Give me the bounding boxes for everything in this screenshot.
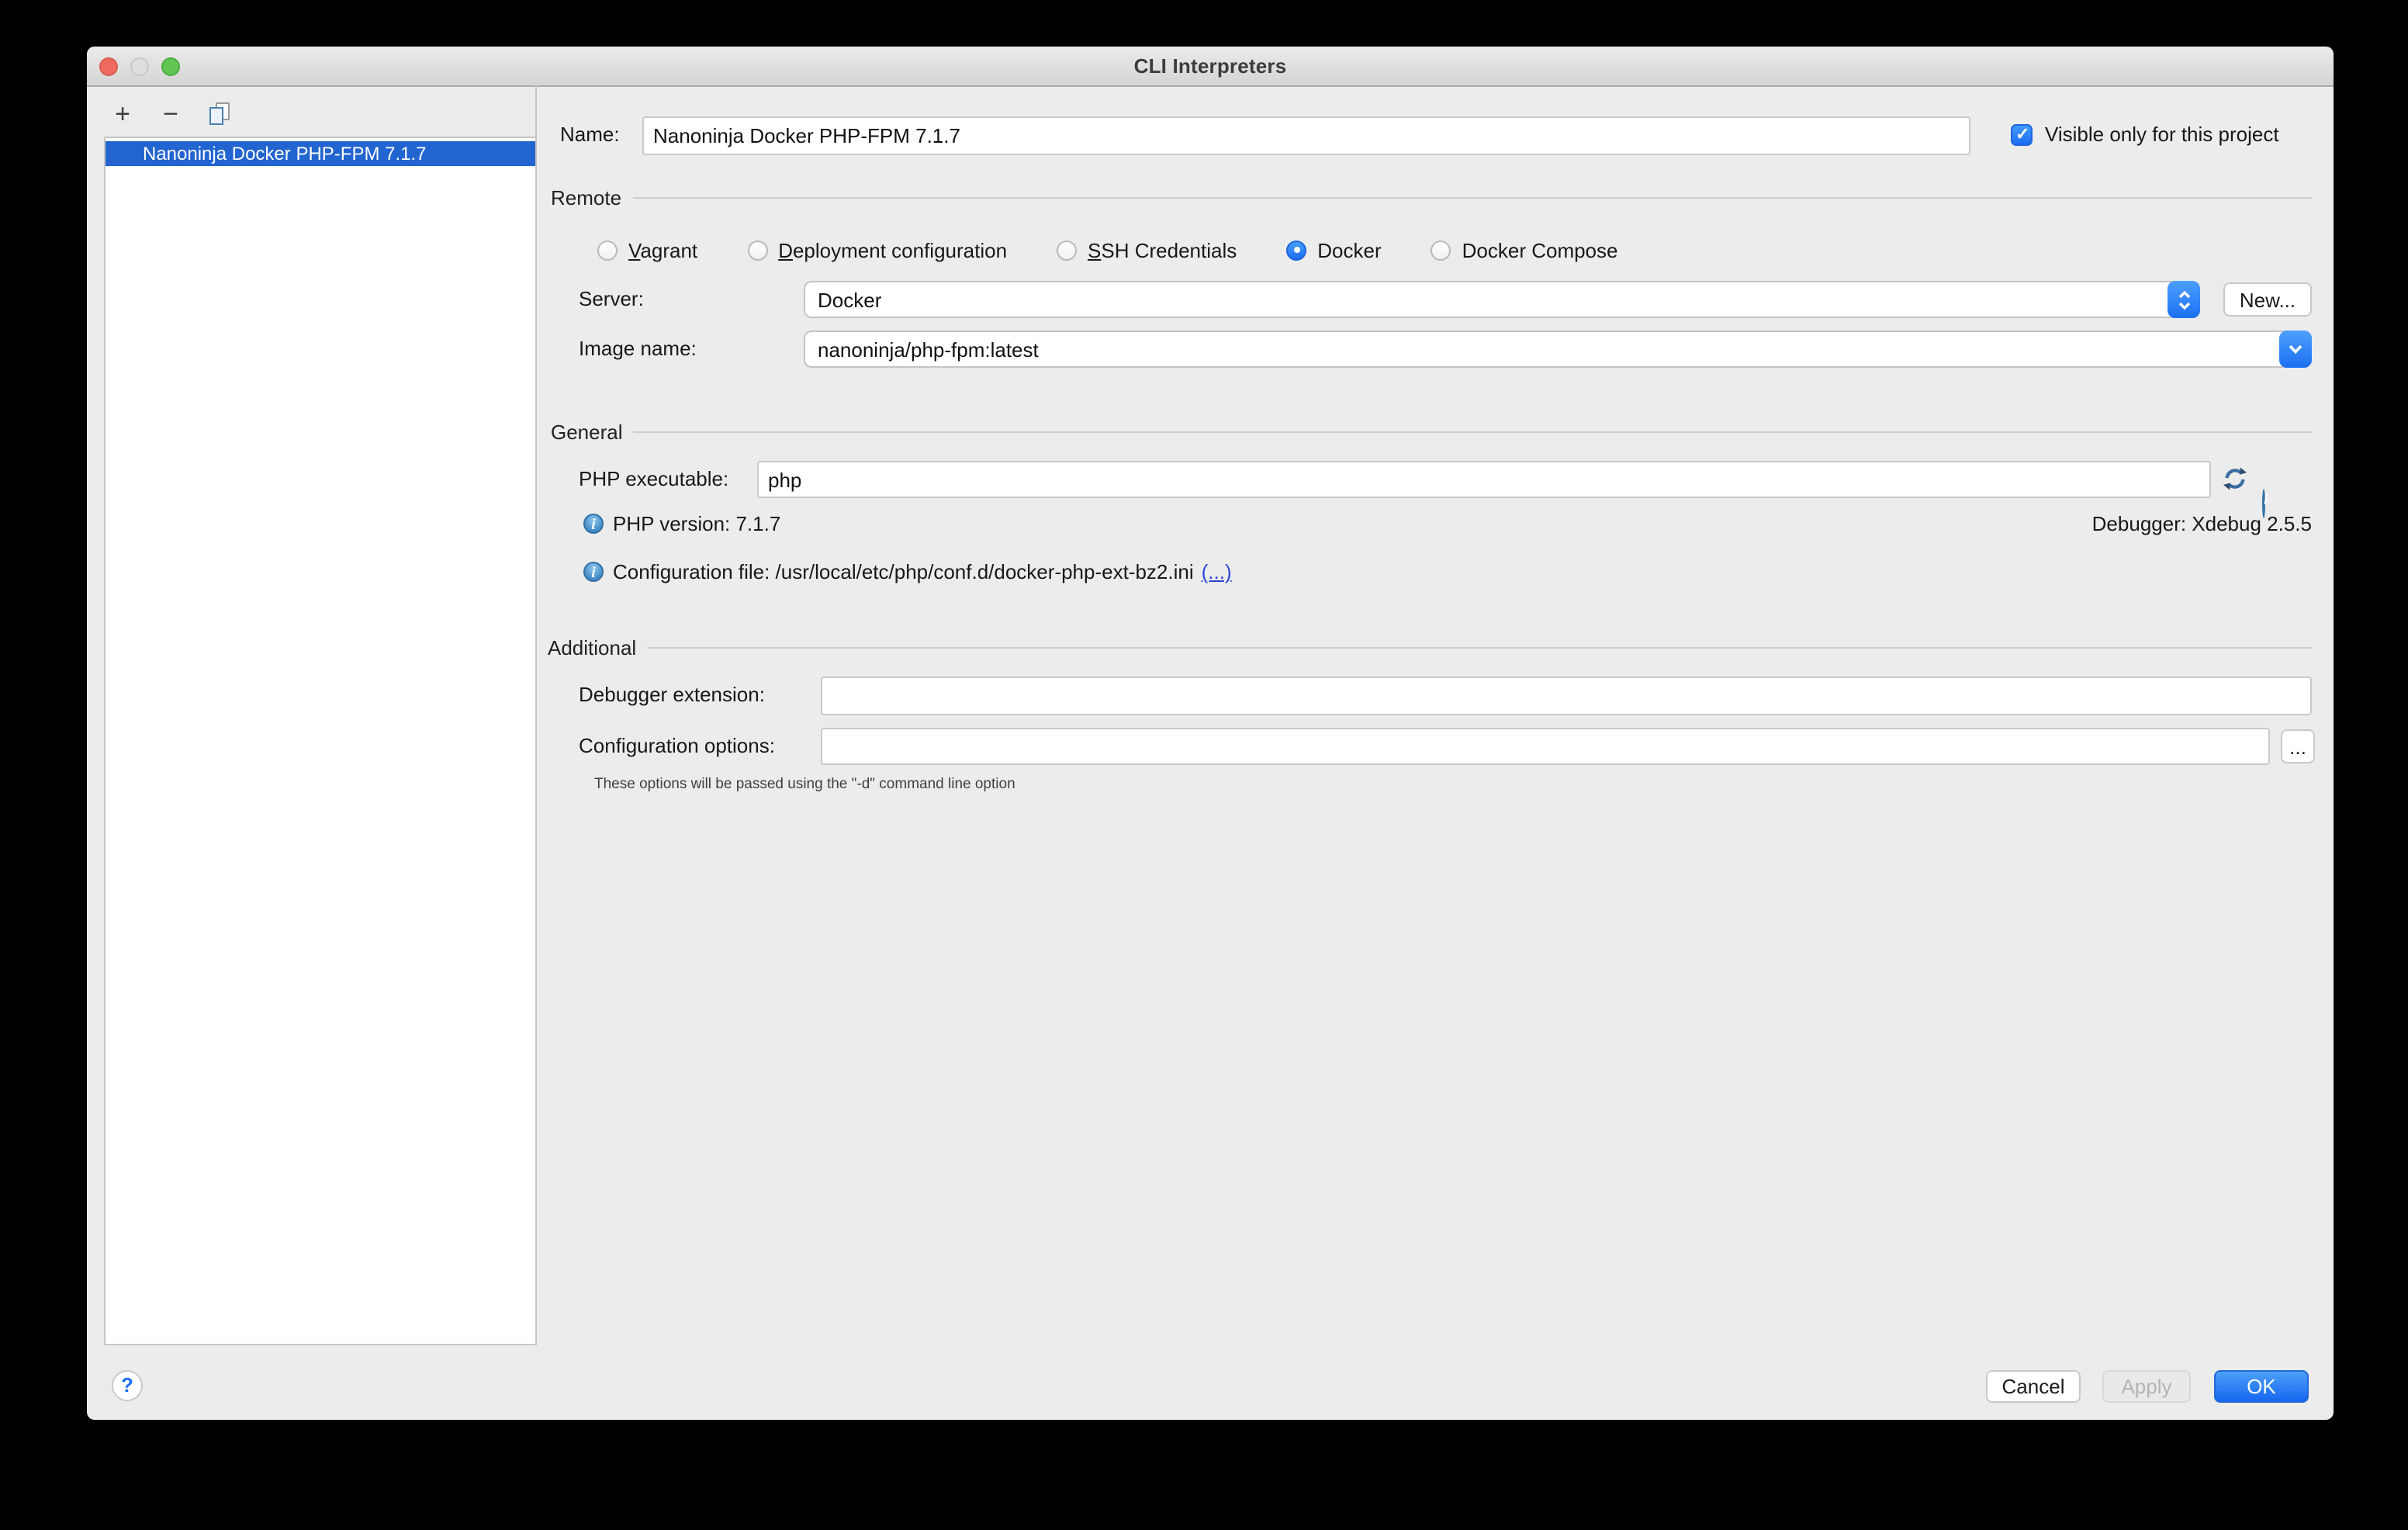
image-name-value: nanoninja/php-fpm:latest (805, 338, 2279, 361)
radio-ssh-credentials[interactable]: SSH Credentials (1057, 238, 1237, 261)
title-bar[interactable]: CLI Interpreters (87, 47, 2334, 87)
cli-interpreters-dialog: CLI Interpreters Nanoninja Docker PHP-FP… (87, 47, 2334, 1420)
php-executable-label: PHP executable: (579, 467, 728, 490)
visible-only-label: Visible only for this project (2045, 123, 2279, 146)
new-server-button[interactable]: New... (2223, 282, 2312, 317)
copy-interpreter-icon[interactable] (205, 99, 233, 127)
remote-type-radio-group: Vagrant Deployment configuration SSH Cre… (597, 236, 1618, 264)
name-label: Name: (560, 123, 620, 146)
interpreters-list: Nanoninja Docker PHP-FPM 7.1.7 (104, 137, 537, 1345)
server-value: Docker (805, 288, 2168, 311)
radio-docker[interactable]: Docker (1286, 238, 1381, 261)
list-item[interactable]: Nanoninja Docker PHP-FPM 7.1.7 (106, 141, 535, 166)
configuration-options-browse-button[interactable]: ... (2281, 729, 2315, 763)
configuration-file-row: Configuration file: /usr/local/etc/php/c… (583, 560, 1232, 583)
configuration-file-text: Configuration file: /usr/local/etc/php/c… (613, 560, 1194, 583)
sidebar-toolbar (109, 95, 233, 132)
info-icon (583, 562, 604, 582)
interpreters-sidebar: Nanoninja Docker PHP-FPM 7.1.7 (87, 85, 537, 1345)
image-name-combobox[interactable]: nanoninja/php-fpm:latest (804, 331, 2312, 368)
additional-section-label: Additional (548, 635, 636, 659)
help-button[interactable]: ? (112, 1370, 143, 1401)
radio-icon (1431, 240, 1451, 260)
server-label: Server: (579, 287, 644, 310)
section-divider (647, 647, 2312, 649)
radio-selected-icon (1286, 240, 1306, 260)
configuration-options-label: Configuration options: (579, 734, 775, 757)
server-combobox[interactable]: Docker (804, 281, 2200, 318)
server-stepper[interactable] (2168, 281, 2200, 318)
section-divider (632, 197, 2312, 199)
remote-section-label: Remote (551, 185, 621, 209)
radio-deployment-configuration[interactable]: Deployment configuration (747, 238, 1007, 261)
general-section-label: General (551, 420, 623, 443)
remove-interpreter-icon[interactable] (157, 99, 185, 127)
php-version-text: PHP version: 7.1.7 (613, 512, 780, 535)
additional-section-header: Additional (548, 635, 2312, 659)
reload-phpinfo-icon[interactable] (2222, 466, 2248, 500)
info-icon (583, 514, 604, 534)
add-interpreter-icon[interactable] (109, 99, 137, 127)
radio-vagrant[interactable]: Vagrant (597, 238, 697, 261)
visible-only-checkbox[interactable] (2011, 124, 2033, 146)
ok-button[interactable]: OK (2214, 1370, 2309, 1403)
radio-docker-compose[interactable]: Docker Compose (1431, 238, 1618, 261)
php-version-row: PHP version: 7.1.7 (583, 512, 780, 535)
debugger-extension-label: Debugger extension: (579, 683, 765, 706)
interpreter-settings-pane: Name: Visible only for this project Remo… (537, 85, 2334, 1345)
remote-section-header: Remote (551, 185, 2312, 209)
section-divider (634, 431, 2313, 433)
php-executable-input[interactable] (757, 461, 2211, 498)
general-section-header: General (551, 419, 2312, 444)
radio-icon (1057, 240, 1077, 260)
radio-icon (747, 240, 767, 260)
configuration-file-more-link[interactable]: (...) (1202, 560, 1232, 583)
radio-icon (597, 240, 618, 260)
desktop: CLI Interpreters Nanoninja Docker PHP-FP… (0, 0, 2408, 1530)
window-title: CLI Interpreters (87, 54, 2334, 78)
options-note-text: These options will be passed using the "… (594, 776, 1015, 793)
debugger-extension-input[interactable] (821, 677, 2312, 715)
name-input[interactable] (642, 116, 1970, 155)
apply-button: Apply (2102, 1370, 2191, 1403)
cancel-button[interactable]: Cancel (1986, 1370, 2081, 1403)
configuration-options-input[interactable] (821, 728, 2270, 765)
image-name-dropdown-button[interactable] (2279, 331, 2312, 368)
debugger-version-text: Debugger: Xdebug 2.5.5 (2092, 512, 2312, 535)
image-name-label: Image name: (579, 337, 697, 360)
